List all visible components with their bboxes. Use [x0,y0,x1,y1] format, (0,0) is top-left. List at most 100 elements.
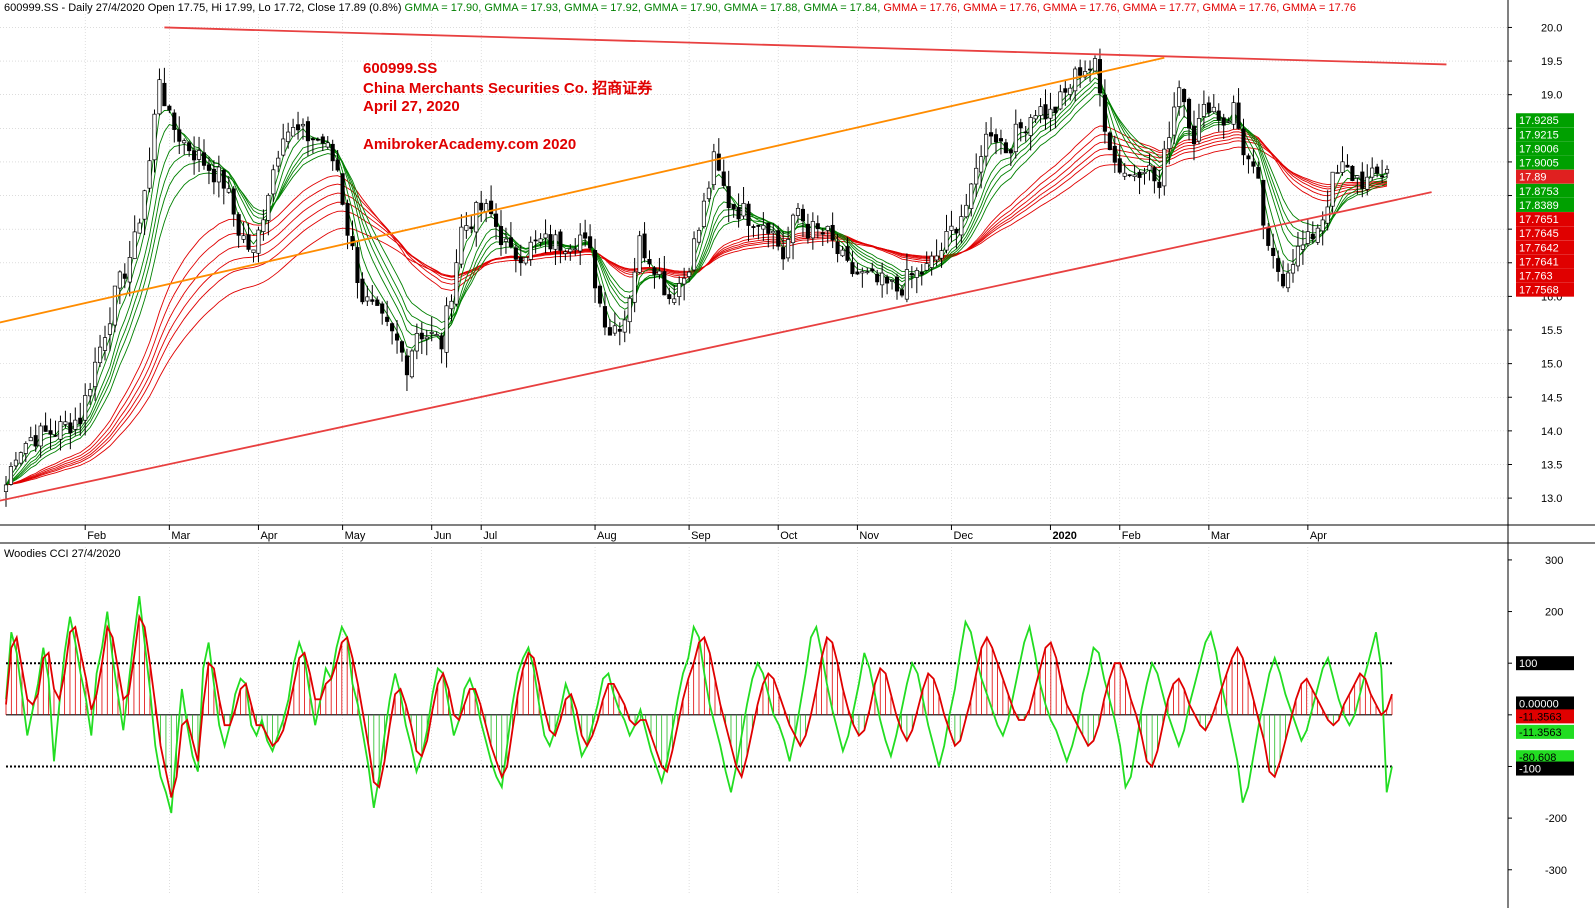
candle-body [68,422,73,434]
candle-body [969,183,974,209]
candle-body [726,186,731,209]
candle-body [1241,128,1246,156]
candle-body [8,466,14,485]
candle-body [855,271,860,275]
candle-body [1157,181,1162,188]
candle-body [1043,104,1048,120]
candle-body [434,334,439,337]
candle-body [73,419,78,430]
price-tick-label: 14.0 [1541,426,1562,438]
candle-body [390,323,395,332]
price-tag-label: 17.9005 [1519,158,1559,170]
price-tag-label: 17.9215 [1519,129,1559,141]
price-tick-label: 13.5 [1541,459,1562,471]
price-tag-label: 17.7642 [1519,242,1559,254]
candle-body [33,435,38,447]
price-tick-label: 15.5 [1541,325,1562,337]
candle-body [929,255,934,268]
candle-body [1028,117,1033,136]
price-tick-label: 19.5 [1541,56,1562,68]
candle-body [241,235,246,240]
candle-body [201,152,207,166]
candle-body [1271,247,1276,257]
candle-body [1122,172,1127,177]
candle-body [751,226,756,228]
candle-body [518,257,523,264]
header-segment: GMMA = 17.90, [405,2,485,14]
candle-body [1152,167,1157,182]
candle-body [974,167,979,185]
date-tick-label: 2020 [1052,530,1076,542]
candle-body [711,151,716,186]
cci-tick-label: -200 [1545,813,1567,825]
candle-body [1117,158,1122,173]
header-segment: 600999.SS - Daily 27/4/2020 Open 17.75, … [4,2,405,14]
candle-body [1350,165,1355,181]
candle-body [221,169,226,189]
candle-body [870,268,875,272]
candle-body [43,425,48,432]
candle-body [395,333,400,341]
date-tick-label: Sep [691,530,711,542]
candle-body [404,355,410,376]
candle-body [261,219,266,232]
candle-body [701,200,707,227]
candle-body [736,207,741,220]
candle-body [107,323,113,335]
candle-body [1226,120,1231,123]
cci-tick-label: 300 [1545,555,1563,567]
candle-body [914,270,919,278]
candle-body [1221,117,1226,126]
price-tick-label: 14.5 [1541,392,1562,404]
candle-body [142,190,147,220]
header-segment: GMMA = 17.77, [1123,2,1203,14]
annotation-date: April 27, 2020 [363,98,460,115]
candle-body [132,231,137,259]
candle-body [1003,142,1008,154]
candle-body [622,319,627,333]
date-tick-label: Oct [780,530,797,542]
candle-body [840,249,845,257]
candle-body [667,294,672,300]
candle-body [691,238,697,271]
candle-body [1285,272,1291,289]
candle-body [78,417,83,425]
candle-body [1365,176,1370,190]
candle-body [503,238,509,242]
candle-body [23,443,28,454]
candle-body [756,224,761,227]
candle-body [251,249,256,253]
candle-body [1013,123,1018,153]
candle-body [988,132,994,137]
candle-body [1008,149,1013,154]
candle-body [1355,175,1360,179]
candle-body [439,335,444,350]
candle-body [820,232,825,235]
candle-body [1033,115,1038,120]
candle-body [459,226,464,265]
candle-body [959,216,964,236]
header-segment: GMMA = 17.93, [484,2,564,14]
candle-body [38,425,43,447]
candle-body [192,150,197,161]
candle-body [1087,68,1093,71]
candle-body [602,306,608,328]
header-segment: GMMA = 17.84, [804,2,884,14]
candle-body [310,138,315,141]
candle-body [627,297,632,323]
candle-body [58,421,63,440]
candle-body [657,270,662,275]
candle-body [271,169,276,195]
candle-body [211,168,216,183]
candle-body [231,188,236,215]
candle-body [592,250,598,289]
annotation-company: China Merchants Securities Co. 招商证券 [363,79,653,97]
candle-body [216,166,221,183]
candle-body [1236,102,1241,129]
date-tick-label: Feb [87,530,106,542]
candle-body [568,248,573,253]
candle-body [786,239,791,259]
candle-body [97,346,103,364]
candle-body [949,225,954,231]
candle-body [1097,59,1103,94]
